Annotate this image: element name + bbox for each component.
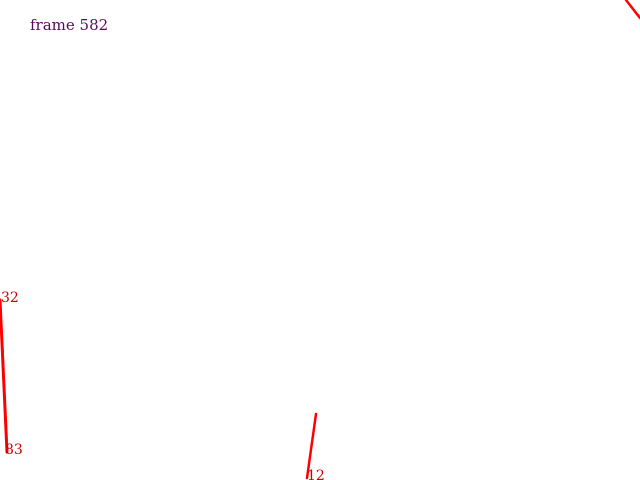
marker-label-83: 83 (5, 442, 23, 458)
marker-label-32: 32 (1, 290, 19, 306)
marker-label-12: 12 (307, 468, 325, 480)
canvas: frame 582 32 83 12 (0, 0, 640, 480)
scene-layer: 32 83 12 (0, 0, 640, 480)
track-line-corner (624, 0, 640, 20)
